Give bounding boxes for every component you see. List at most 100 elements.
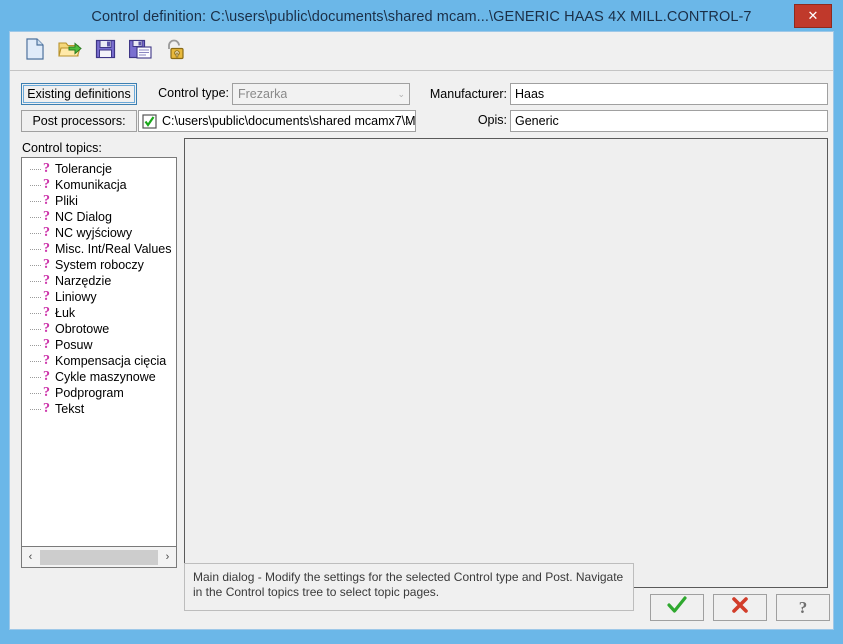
tree-horizontal-scrollbar[interactable]: ‹ ›	[21, 547, 177, 568]
question-mark-icon: ?	[43, 369, 50, 384]
tree-item-label: Komunikacja	[55, 178, 127, 192]
post-processor-dropdown[interactable]: C:\users\public\documents\shared mcamx7\…	[138, 110, 416, 132]
tree-connector-line	[30, 329, 41, 330]
question-mark-icon: ?	[43, 257, 50, 272]
unlock-icon	[164, 38, 186, 65]
close-button[interactable]: ✕	[794, 4, 832, 28]
tree-connector-line	[30, 361, 41, 362]
tree-item[interactable]: ? Podprogram	[22, 385, 176, 401]
tree-item[interactable]: ? Tolerancje	[22, 161, 176, 177]
open-folder-button[interactable]	[56, 37, 84, 65]
scroll-right-button[interactable]: ›	[159, 547, 176, 567]
title-bar[interactable]: Control definition: C:\users\public\docu…	[9, 2, 834, 31]
help-button[interactable]: ?	[776, 594, 830, 621]
tree-connector-line	[30, 281, 41, 282]
post-check-icon	[142, 113, 157, 129]
question-mark-icon: ?	[43, 225, 50, 240]
tree-connector-line	[30, 265, 41, 266]
save-as-icon	[128, 38, 152, 64]
unlock-button[interactable]	[161, 37, 189, 65]
tree-connector-line	[30, 233, 41, 234]
scrollbar-thumb[interactable]	[40, 549, 158, 565]
question-mark-icon: ?	[43, 161, 50, 176]
question-mark-icon: ?	[43, 305, 50, 320]
tree-item-label: System roboczy	[55, 258, 144, 272]
tree-item-label: Misc. Int/Real Values	[55, 242, 172, 256]
chevron-down-icon: ⌄	[403, 115, 411, 126]
tree-connector-line	[30, 297, 41, 298]
ok-button[interactable]	[650, 594, 704, 621]
question-mark-icon: ?	[43, 177, 50, 192]
post-processors-button[interactable]: Post processors:	[21, 110, 137, 132]
question-mark-icon: ?	[43, 385, 50, 400]
question-mark-icon: ?	[43, 241, 50, 256]
toolbar	[10, 32, 833, 71]
tree-item[interactable]: ? NC Dialog	[22, 209, 176, 225]
cross-icon	[731, 596, 749, 619]
tree-item-label: Cykle maszynowe	[55, 370, 156, 384]
tree-connector-line	[30, 169, 41, 170]
control-type-label: Control type:	[158, 86, 229, 100]
tree-item-label: Posuw	[55, 338, 93, 352]
new-document-icon	[25, 37, 45, 65]
tree-item[interactable]: ? Cykle maszynowe	[22, 369, 176, 385]
question-mark-icon: ?	[798, 597, 808, 617]
tree-item-label: Kompensacja cięcia	[55, 354, 167, 368]
tree-item[interactable]: ? Łuk	[22, 305, 176, 321]
control-type-dropdown[interactable]: Frezarka ⌄	[232, 83, 410, 105]
control-type-value: Frezarka	[238, 87, 288, 101]
tree-item[interactable]: ? Kompensacja cięcia	[22, 353, 176, 369]
open-folder-icon	[58, 38, 82, 65]
manufacturer-input[interactable]: Haas	[510, 83, 828, 105]
manufacturer-label: Manufacturer:	[429, 87, 507, 101]
tree-item[interactable]: ? Obrotowe	[22, 321, 176, 337]
tree-item-label: Narzędzie	[55, 274, 112, 288]
tree-item-label: Podprogram	[55, 386, 124, 400]
tree-item-label: Liniowy	[55, 290, 97, 304]
tree-connector-line	[30, 217, 41, 218]
question-mark-icon: ?	[43, 401, 50, 416]
tree-connector-line	[30, 201, 41, 202]
tree-item[interactable]: ? Tekst	[22, 401, 176, 417]
window-frame-bottom	[0, 630, 843, 644]
main-content-panel	[184, 138, 828, 588]
close-icon: ✕	[807, 8, 819, 23]
tree-item[interactable]: ? NC wyjściowy	[22, 225, 176, 241]
client-area: Existing definitions Post processors: Co…	[9, 31, 834, 630]
save-icon	[95, 38, 116, 64]
question-mark-icon: ?	[43, 209, 50, 224]
new-document-button[interactable]	[21, 37, 49, 65]
opis-input[interactable]: Generic	[510, 110, 828, 132]
tree-item[interactable]: ? Misc. Int/Real Values	[22, 241, 176, 257]
tree-item[interactable]: ? System roboczy	[22, 257, 176, 273]
existing-definitions-button[interactable]: Existing definitions	[21, 83, 137, 105]
question-mark-icon: ?	[43, 289, 50, 304]
tree-item-label: Obrotowe	[55, 322, 110, 336]
tree-connector-line	[30, 409, 41, 410]
tree-item[interactable]: ? Narzędzie	[22, 273, 176, 289]
tree-item-label: Pliki	[55, 194, 78, 208]
control-topics-tree[interactable]: ? Tolerancje? Komunikacja? Pliki? NC Dialog?…	[21, 157, 177, 547]
tree-list: ? Tolerancje? Komunikacja? Pliki? NC Dialog?…	[22, 158, 176, 417]
tree-item[interactable]: ? Komunikacja	[22, 177, 176, 193]
question-mark-icon: ?	[43, 353, 50, 368]
tree-connector-line	[30, 345, 41, 346]
tree-item-label: Łuk	[55, 306, 76, 320]
question-mark-icon: ?	[43, 337, 50, 352]
question-mark-icon: ?	[43, 321, 50, 336]
save-button[interactable]	[91, 37, 119, 65]
status-description: Main dialog - Modify the settings for th…	[184, 563, 634, 611]
scroll-left-button[interactable]: ‹	[22, 547, 39, 567]
chevron-down-icon: ⌄	[397, 88, 405, 99]
tree-connector-line	[30, 393, 41, 394]
tree-item[interactable]: ? Liniowy	[22, 289, 176, 305]
cancel-button[interactable]	[713, 594, 767, 621]
tree-item-label: NC Dialog	[55, 210, 112, 224]
save-as-button[interactable]	[126, 37, 154, 65]
tree-item[interactable]: ? Pliki	[22, 193, 176, 209]
tree-item[interactable]: ? Posuw	[22, 337, 176, 353]
post-processor-value: C:\users\public\documents\shared mcamx7\…	[162, 114, 415, 128]
control-topics-label: Control topics:	[22, 141, 102, 155]
window-frame-right	[834, 0, 843, 644]
tree-item-label: NC wyjściowy	[55, 226, 133, 240]
